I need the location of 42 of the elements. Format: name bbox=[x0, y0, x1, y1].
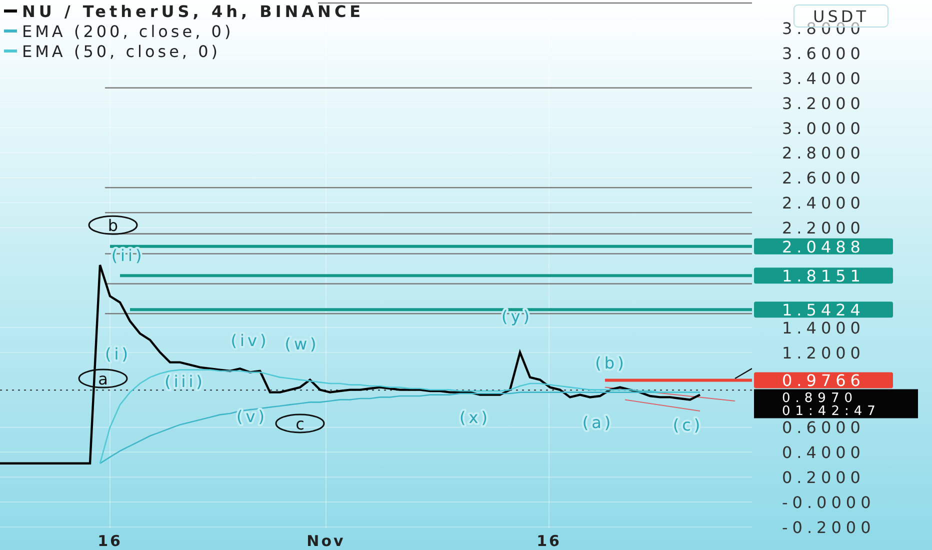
wave-label: (iv) bbox=[230, 330, 270, 350]
wave-label: (i) bbox=[105, 344, 131, 364]
axis-label: 1.2000 bbox=[782, 343, 865, 362]
axis-label: 16 bbox=[98, 532, 122, 550]
axis-label: 3.4000 bbox=[782, 68, 865, 88]
axis-label: 2.4000 bbox=[782, 194, 865, 213]
axis-label: 3.0000 bbox=[782, 118, 865, 138]
axis-label: 3.2000 bbox=[782, 94, 865, 113]
price-tag: 0.9766 bbox=[754, 371, 893, 390]
ref-line-label: 1.8151 bbox=[782, 266, 865, 286]
wave-label: (c) bbox=[672, 416, 704, 435]
last-price-tag: 0.8970 01:42:47 bbox=[754, 389, 918, 420]
ref-line-label: 2.0488 bbox=[782, 237, 865, 256]
axis-label: 0.6000 bbox=[782, 418, 865, 438]
wave-label: (iii) bbox=[164, 372, 206, 392]
price-tag: 1.8151 bbox=[754, 266, 893, 286]
axis-label: 3.6000 bbox=[782, 44, 865, 63]
wave-label: (a) bbox=[582, 413, 614, 432]
wave-label: c bbox=[275, 414, 325, 434]
axis-label: 16 bbox=[536, 532, 562, 550]
price-tag: 1.5424 bbox=[754, 300, 893, 320]
wave-label: a bbox=[78, 368, 128, 389]
wave-label: (x) bbox=[460, 408, 490, 428]
axis-label: 0.2000 bbox=[782, 468, 865, 488]
wave-label: (w) bbox=[284, 334, 320, 354]
axis-label: -0.0000 bbox=[782, 493, 876, 512]
wave-label: (b) bbox=[595, 353, 627, 372]
wave-label: b bbox=[88, 215, 138, 236]
indicator-legend: EMA (200, close, 0) bbox=[22, 22, 234, 41]
wave-label: (v) bbox=[236, 406, 268, 426]
ref-line-label: 1.5424 bbox=[782, 300, 865, 320]
chart-title: NU / TetherUS, 4h, BINANCE bbox=[22, 2, 364, 21]
axis-label: -0.2000 bbox=[782, 518, 876, 537]
axis-label: 0.4000 bbox=[782, 443, 865, 462]
axis-label: 1.4000 bbox=[782, 318, 865, 338]
axis-label: Nov bbox=[306, 532, 346, 550]
price-tag: 2.0488 bbox=[754, 237, 893, 256]
axis-label: 2.6000 bbox=[782, 168, 865, 188]
indicator-legend: EMA (50, close, 0) bbox=[22, 42, 221, 61]
axis-label: 2.2000 bbox=[782, 218, 865, 238]
ref-line-label: 0.9766 bbox=[782, 371, 865, 390]
axis-label: 2.8000 bbox=[782, 144, 865, 163]
